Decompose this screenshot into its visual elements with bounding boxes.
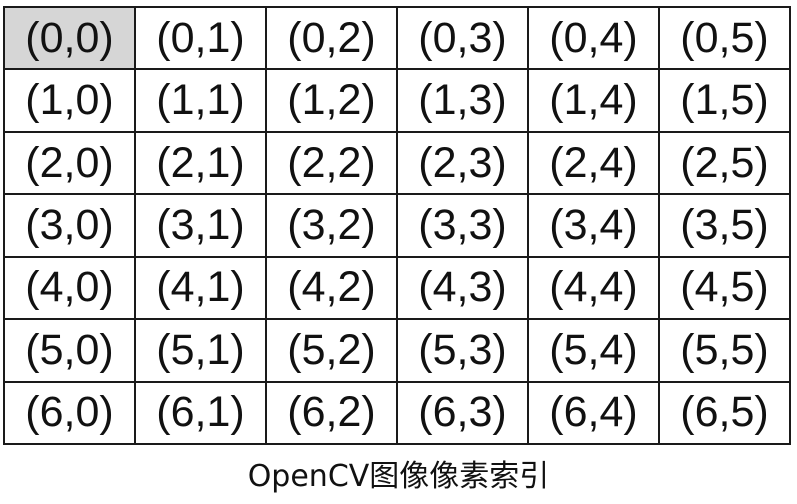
grid-body: (0,0) (0,1) (0,2) (0,3) (0,4) (0,5) (1,0…	[3, 5, 791, 446]
grid-cell-2-1: (2,1)	[134, 130, 267, 196]
grid-cell-1-2: (1,2)	[265, 68, 398, 133]
grid-cell-4-3: (4,3)	[396, 255, 529, 321]
grid-cell-1-1: (1,1)	[134, 68, 267, 133]
grid-cell-6-1: (6,1)	[134, 380, 267, 446]
grid-cell-5-1: (5,1)	[134, 318, 267, 383]
grid-cell-3-0: (3,0)	[3, 193, 136, 258]
pixel-index-grid: (0,0) (0,1) (0,2) (0,3) (0,4) (0,5) (1,0…	[3, 5, 791, 446]
grid-cell-2-0: (2,0)	[3, 130, 136, 196]
grid-cell-2-5: (2,5)	[658, 130, 791, 196]
grid-cell-2-3: (2,3)	[396, 130, 529, 196]
grid-cell-0-2: (0,2)	[265, 5, 398, 71]
grid-row-4: (4,0) (4,1) (4,2) (4,3) (4,4) (4,5)	[3, 255, 791, 321]
grid-cell-3-3: (3,3)	[396, 193, 529, 258]
grid-cell-1-0: (1,0)	[3, 68, 136, 133]
grid-cell-3-2: (3,2)	[265, 193, 398, 258]
grid-cell-5-2: (5,2)	[265, 318, 398, 383]
grid-cell-1-3: (1,3)	[396, 68, 529, 133]
grid-cell-6-4: (6,4)	[527, 380, 660, 446]
grid-cell-0-3: (0,3)	[396, 5, 529, 71]
grid-cell-4-5: (4,5)	[658, 255, 791, 321]
grid-cell-3-5: (3,5)	[658, 193, 791, 258]
grid-cell-4-2: (4,2)	[265, 255, 398, 321]
grid-cell-6-5: (6,5)	[658, 380, 791, 446]
grid-cell-4-4: (4,4)	[527, 255, 660, 321]
grid-cell-6-3: (6,3)	[396, 380, 529, 446]
grid-cell-4-0: (4,0)	[3, 255, 136, 321]
grid-row-3: (3,0) (3,1) (3,2) (3,3) (3,4) (3,5)	[3, 193, 791, 258]
grid-cell-3-4: (3,4)	[527, 193, 660, 258]
grid-cell-5-4: (5,4)	[527, 318, 660, 383]
figure-caption: OpenCV图像像素索引	[247, 459, 550, 494]
grid-cell-0-5: (0,5)	[658, 5, 791, 71]
grid-cell-2-2: (2,2)	[265, 130, 398, 196]
grid-cell-5-3: (5,3)	[396, 318, 529, 383]
grid-cell-0-0: (0,0)	[3, 5, 136, 71]
grid-cell-5-0: (5,0)	[3, 318, 136, 383]
grid-row-2: (2,0) (2,1) (2,2) (2,3) (2,4) (2,5)	[3, 130, 791, 196]
grid-cell-4-1: (4,1)	[134, 255, 267, 321]
grid-cell-6-2: (6,2)	[265, 380, 398, 446]
grid-row-0: (0,0) (0,1) (0,2) (0,3) (0,4) (0,5)	[3, 5, 791, 71]
grid-cell-5-5: (5,5)	[658, 318, 791, 383]
grid-row-5: (5,0) (5,1) (5,2) (5,3) (5,4) (5,5)	[3, 318, 791, 383]
grid-cell-0-4: (0,4)	[527, 5, 660, 71]
grid-cell-1-5: (1,5)	[658, 68, 791, 133]
grid-cell-0-1: (0,1)	[134, 5, 267, 71]
grid-row-1: (1,0) (1,1) (1,2) (1,3) (1,4) (1,5)	[3, 68, 791, 133]
grid-cell-6-0: (6,0)	[3, 380, 136, 446]
grid-row-6: (6,0) (6,1) (6,2) (6,3) (6,4) (6,5)	[3, 380, 791, 446]
grid-cell-1-4: (1,4)	[527, 68, 660, 133]
grid-cell-2-4: (2,4)	[527, 130, 660, 196]
grid-cell-3-1: (3,1)	[134, 193, 267, 258]
